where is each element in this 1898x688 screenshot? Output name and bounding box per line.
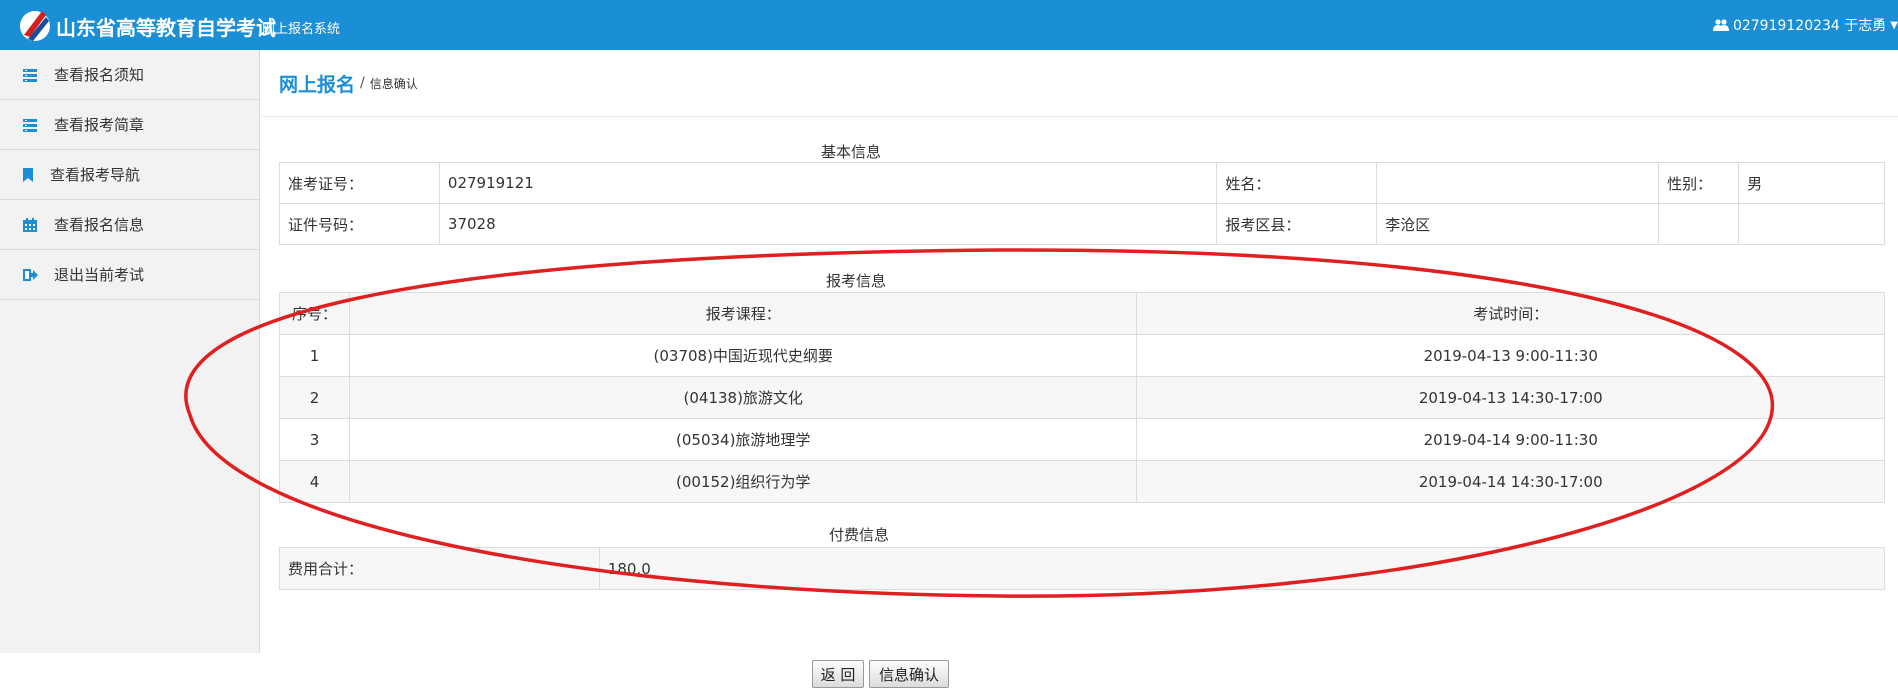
payment-info-title: 付费信息 <box>828 526 889 544</box>
exam-time: 2019-04-13 14:30-17:00 <box>1136 376 1885 419</box>
users-icon <box>1712 19 1729 31</box>
main-content: 网上报名 / 信息确认 基本信息 准考证号： 027919121 姓名： 性别：… <box>261 50 1898 688</box>
id-label: 证件号码： <box>279 203 440 245</box>
list-icon <box>22 67 38 83</box>
sidebar-item-exit-exam[interactable]: 退出当前考试 <box>0 250 259 300</box>
course-name: (03708)中国近现代史纲要 <box>348 334 1138 377</box>
fee-total-value: 180.0 <box>598 547 1886 590</box>
table-row: 3 (05034)旅游地理学 2019-04-14 9:00-11:30 <box>279 418 1885 461</box>
user-menu[interactable]: 027919120234 于志勇 ▼ <box>1712 15 1898 35</box>
app-subtitle: 网上报名系统 <box>262 22 341 37</box>
breadcrumb-current: 信息确认 <box>369 76 418 91</box>
back-button[interactable]: 返 回 <box>812 660 864 688</box>
row-index: 2 <box>279 376 350 419</box>
app-title: 山东省高等教育自学考试 <box>56 16 276 40</box>
calendar-icon <box>22 217 38 233</box>
column-header: 报考课程： <box>348 292 1138 335</box>
district-value: 李沧区 <box>1376 203 1660 245</box>
name-label: 姓名： <box>1216 162 1378 204</box>
sidebar-item-label: 查看报考导航 <box>50 166 141 184</box>
chevron-down-icon: ▼ <box>1890 19 1898 31</box>
gender-value: 男 <box>1738 162 1885 204</box>
column-header: 序号： <box>279 292 350 335</box>
empty-cell <box>1658 203 1740 245</box>
list-icon <box>22 117 38 133</box>
id-value: 37028 <box>438 203 1218 245</box>
sidebar-item-label: 退出当前考试 <box>54 266 145 284</box>
table-header-row: 序号： 报考课程： 考试时间： <box>279 292 1885 335</box>
sidebar-item-label: 查看报名信息 <box>54 216 145 234</box>
sidebar-item-label: 查看报名须知 <box>54 66 145 84</box>
table-row: 费用合计： 180.0 <box>279 547 1886 590</box>
fee-total-label: 费用合计： <box>279 547 600 590</box>
ticket-value: 027919121 <box>438 162 1218 204</box>
payment-table: 费用合计： 180.0 <box>279 547 1886 590</box>
confirm-info-button[interactable]: 信息确认 <box>869 660 949 688</box>
gender-label: 性别： <box>1658 162 1740 204</box>
sidebar: 查看报名须知 查看报考简章 查看报考导航 查看报名信息 退出当前考试 <box>0 50 260 653</box>
row-index: 1 <box>279 334 350 377</box>
sidebar-item-guide[interactable]: 查看报考导航 <box>0 150 259 200</box>
table-row: 2 (04138)旅游文化 2019-04-13 14:30-17:00 <box>279 376 1885 419</box>
course-name: (05034)旅游地理学 <box>348 418 1138 461</box>
breadcrumb-separator: / <box>360 75 365 91</box>
sidebar-item-brochure[interactable]: 查看报考简章 <box>0 100 259 150</box>
course-info-title: 报考信息 <box>825 272 886 290</box>
course-table: 序号： 报考课程： 考试时间： 1 (03708)中国近现代史纲要 2019-0… <box>279 292 1885 503</box>
exam-time: 2019-04-14 9:00-11:30 <box>1136 418 1885 461</box>
empty-cell <box>1738 203 1885 245</box>
breadcrumb: 网上报名 / 信息确认 <box>261 50 1898 117</box>
basic-info-table: 准考证号： 027919121 姓名： 性别： 男 证件号码： 37028 报考… <box>279 162 1885 245</box>
name-value <box>1376 162 1660 204</box>
sidebar-item-registration-info[interactable]: 查看报名信息 <box>0 200 259 250</box>
sidebar-item-notice[interactable]: 查看报名须知 <box>0 50 259 100</box>
user-name: 027919120234 于志勇 <box>1732 18 1887 34</box>
table-row: 证件号码： 37028 报考区县： 李沧区 <box>279 203 1885 245</box>
district-label: 报考区县： <box>1216 203 1378 245</box>
basic-info-title: 基本信息 <box>820 143 881 161</box>
logo-icon <box>20 11 50 41</box>
sign-out-icon <box>22 267 38 283</box>
ticket-label: 准考证号： <box>279 162 440 204</box>
column-header: 考试时间： <box>1136 292 1885 335</box>
course-name: (00152)组织行为学 <box>348 460 1138 503</box>
course-name: (04138)旅游文化 <box>348 376 1138 419</box>
row-index: 4 <box>279 460 350 503</box>
bookmark-icon <box>20 167 36 183</box>
sidebar-item-label: 查看报考简章 <box>54 116 145 134</box>
table-row: 准考证号： 027919121 姓名： 性别： 男 <box>279 162 1885 204</box>
top-bar: 山东省高等教育自学考试 网上报名系统 027919120234 于志勇 ▼ <box>0 0 1898 50</box>
exam-time: 2019-04-14 14:30-17:00 <box>1136 460 1885 503</box>
table-row: 4 (00152)组织行为学 2019-04-14 14:30-17:00 <box>279 460 1885 503</box>
exam-time: 2019-04-13 9:00-11:30 <box>1136 334 1885 377</box>
row-index: 3 <box>279 418 350 461</box>
table-row: 1 (03708)中国近现代史纲要 2019-04-13 9:00-11:30 <box>279 334 1885 377</box>
breadcrumb-root[interactable]: 网上报名 <box>279 70 355 97</box>
